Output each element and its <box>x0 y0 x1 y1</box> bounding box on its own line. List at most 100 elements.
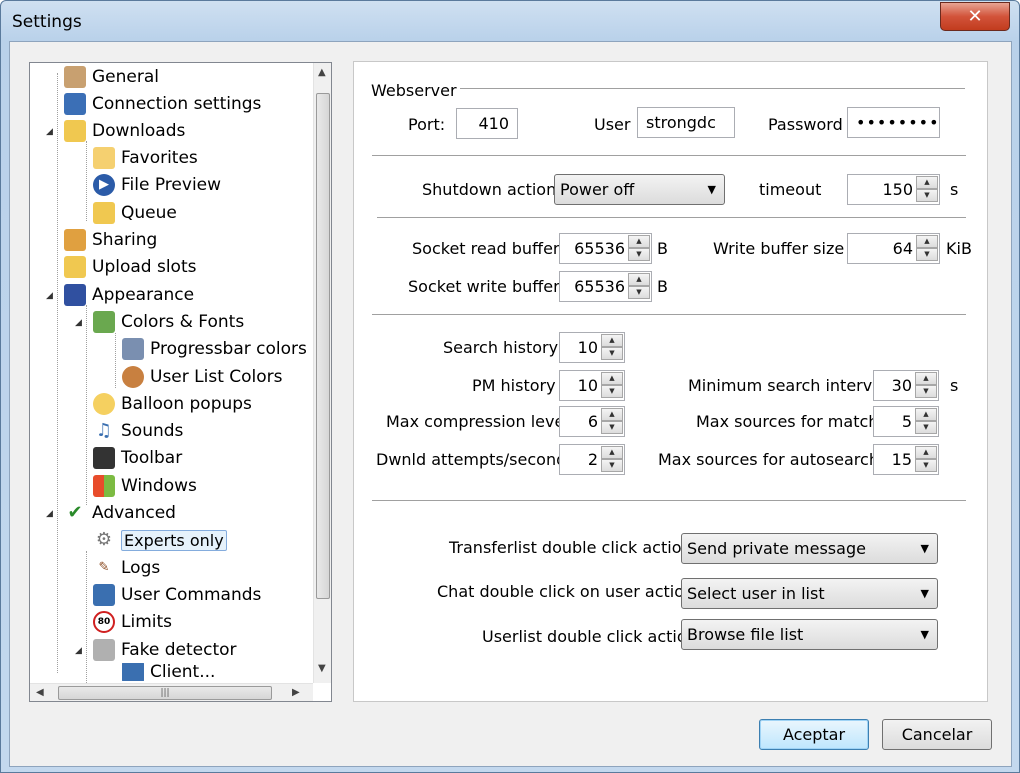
windows-logo-icon <box>93 475 115 497</box>
user-input[interactable]: strongdc <box>637 107 735 138</box>
spin-down-icon[interactable]: ▼ <box>601 459 623 472</box>
max-sources-for-match-spinner[interactable]: 5 ▲ ▼ <box>873 406 939 437</box>
max-compression-level-spinner[interactable]: 6 ▲ ▼ <box>559 406 625 437</box>
tree-item-fake-detector[interactable]: Fake detector <box>93 638 237 662</box>
spin-up-icon[interactable]: ▲ <box>915 446 937 459</box>
tree-item-file-preview[interactable]: ▶ File Preview <box>93 173 221 197</box>
tree-line <box>86 141 87 221</box>
scroll-thumb[interactable] <box>316 93 330 599</box>
spin-down-icon[interactable]: ▼ <box>601 385 623 398</box>
spin-up-icon[interactable]: ▲ <box>628 273 650 286</box>
spin-down-icon[interactable]: ▼ <box>916 189 938 202</box>
spin-up-icon[interactable]: ▲ <box>915 372 937 385</box>
spin-up-icon[interactable]: ▲ <box>601 334 623 347</box>
star-folder-icon <box>93 147 115 169</box>
tree-line <box>86 551 87 691</box>
read-buffer-unit: B <box>657 239 668 258</box>
spin-down-icon[interactable]: ▼ <box>628 286 650 299</box>
tree-item-appearance[interactable]: Appearance <box>64 283 194 307</box>
monitor-icon <box>64 284 86 306</box>
collapse-arrow-icon[interactable]: ◢ <box>46 291 53 301</box>
settings-tree[interactable]: General Connection settings ◢ Downloads … <box>29 62 332 702</box>
spin-down-icon[interactable]: ▼ <box>601 421 623 434</box>
tree-item-sounds[interactable]: ♫ Sounds <box>93 419 183 443</box>
close-icon[interactable]: ✕ <box>940 2 1010 31</box>
pm-history-label: PM history <box>472 376 556 395</box>
spin-up-icon[interactable]: ▲ <box>916 176 938 189</box>
spin-down-icon[interactable]: ▼ <box>628 248 650 261</box>
tree-item-sharing[interactable]: Sharing <box>64 228 157 252</box>
tree-item-logs[interactable]: ✎ Logs <box>93 556 161 580</box>
collapse-arrow-icon[interactable]: ◢ <box>46 127 53 137</box>
spin-down-icon[interactable]: ▼ <box>915 421 937 434</box>
tree-item-balloon-popups[interactable]: Balloon popups <box>93 392 252 416</box>
max-compression-level-label: Max compression level <box>386 412 569 431</box>
tree-item-connection-settings[interactable]: Connection settings <box>64 92 261 116</box>
scroll-right-icon[interactable]: ▶ <box>292 687 300 698</box>
spin-up-icon[interactable]: ▲ <box>628 235 650 248</box>
tree-vertical-scrollbar[interactable]: ▲ ▼ <box>313 63 331 683</box>
pen-icon: ✎ <box>98 560 110 575</box>
tree-item-advanced[interactable]: ✔ Advanced <box>64 501 176 525</box>
tree-item-general[interactable]: General <box>64 65 159 89</box>
collapse-arrow-icon[interactable]: ◢ <box>75 646 82 656</box>
scroll-thumb[interactable]: ||| <box>58 686 272 700</box>
separator <box>377 217 966 219</box>
tree-item-user-commands[interactable]: User Commands <box>93 583 261 607</box>
pm-history-spinner[interactable]: 10 ▲ ▼ <box>559 370 625 401</box>
chevron-down-icon: ▼ <box>920 587 929 600</box>
tree-item-progressbar-colors[interactable]: Progressbar colors <box>122 337 307 361</box>
shutdown-action-select[interactable]: Power off ▼ <box>554 174 725 205</box>
spin-down-icon[interactable]: ▼ <box>601 347 623 360</box>
password-input[interactable]: •••••••• <box>847 107 940 138</box>
port-input[interactable]: 410 <box>456 108 518 139</box>
spin-up-icon[interactable]: ▲ <box>601 372 623 385</box>
tree-item-experts-only[interactable]: ⚙ Experts only <box>93 528 227 552</box>
separator <box>460 88 965 90</box>
tree-item-favorites[interactable]: Favorites <box>93 146 198 170</box>
search-history-spinner[interactable]: 10 ▲ ▼ <box>559 332 625 363</box>
spin-down-icon[interactable]: ▼ <box>915 459 937 472</box>
collapse-arrow-icon[interactable]: ◢ <box>75 318 82 328</box>
scroll-left-icon[interactable]: ◀ <box>36 687 44 698</box>
userlist-action-select[interactable]: Browse file list ▼ <box>681 619 938 650</box>
tree-horizontal-scrollbar[interactable]: ◀ ||| ▶ <box>30 683 313 701</box>
spin-up-icon[interactable]: ▲ <box>601 446 623 459</box>
separator <box>372 500 966 502</box>
ok-button[interactable]: Aceptar <box>759 719 869 750</box>
cancel-button[interactable]: Cancelar <box>882 719 992 750</box>
tree-item-windows[interactable]: Windows <box>93 474 197 498</box>
globe-icon <box>64 93 86 115</box>
transferlist-action-select[interactable]: Send private message ▼ <box>681 533 938 564</box>
collapse-arrow-icon[interactable]: ◢ <box>46 509 53 519</box>
tree-item-client[interactable]: Client... <box>122 663 215 681</box>
socket-write-buffer-spinner[interactable]: 65536 ▲ ▼ <box>559 271 652 302</box>
max-sources-autosearch-spinner[interactable]: 15 ▲ ▼ <box>873 444 939 475</box>
tree-item-upload-slots[interactable]: Upload slots <box>64 255 196 279</box>
spin-up-icon[interactable]: ▲ <box>601 408 623 421</box>
port-label: Port: <box>408 115 446 134</box>
write-buffer-size-spinner[interactable]: 64 ▲ ▼ <box>847 233 940 264</box>
tree-item-user-list-colors[interactable]: User List Colors <box>122 365 283 389</box>
spin-up-icon[interactable]: ▲ <box>915 408 937 421</box>
minimum-search-interval-spinner[interactable]: 30 ▲ ▼ <box>873 370 939 401</box>
download-attempts-spinner[interactable]: 2 ▲ ▼ <box>559 444 625 475</box>
timeout-spinner[interactable]: 150 ▲ ▼ <box>847 174 940 205</box>
tree-item-downloads[interactable]: Downloads <box>64 119 185 143</box>
chat-action-select[interactable]: Select user in list ▼ <box>681 578 938 609</box>
write-buffer-unit: B <box>657 277 668 296</box>
spin-up-icon[interactable]: ▲ <box>916 235 938 248</box>
tree-item-queue[interactable]: Queue <box>93 201 177 225</box>
tree-item-limits[interactable]: 80 Limits <box>93 610 172 634</box>
tree-item-colors-fonts[interactable]: Colors & Fonts <box>93 310 244 334</box>
socket-read-buffer-spinner[interactable]: 65536 ▲ ▼ <box>559 233 652 264</box>
spin-down-icon[interactable]: ▼ <box>915 385 937 398</box>
search-interval-unit: s <box>950 376 959 395</box>
tree-line <box>86 305 87 505</box>
scroll-down-icon[interactable]: ▼ <box>318 663 326 674</box>
experts-settings-panel: Webserver Port: 410 User strongdc Passwo… <box>353 61 988 702</box>
tree-item-toolbar[interactable]: Toolbar <box>93 446 182 470</box>
scroll-up-icon[interactable]: ▲ <box>318 67 326 78</box>
spin-down-icon[interactable]: ▼ <box>916 248 938 261</box>
chevron-down-icon: ▼ <box>707 183 716 196</box>
